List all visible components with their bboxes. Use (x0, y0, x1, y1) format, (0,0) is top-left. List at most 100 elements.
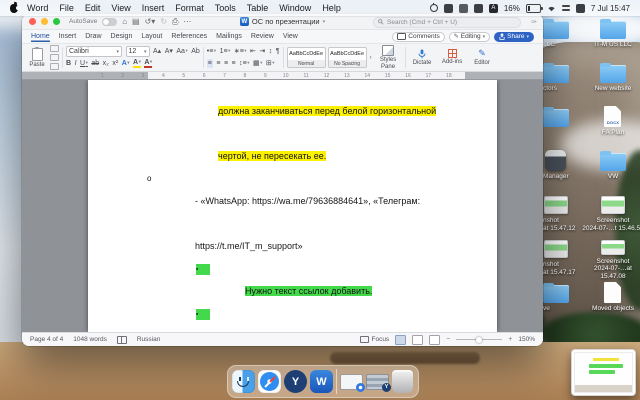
paragraph-tool-button[interactable]: •≡ (207, 48, 216, 55)
autosave-toggle[interactable] (102, 18, 117, 26)
alignment-button[interactable]: ↕≡ (239, 60, 249, 67)
document-line[interactable]: чертой, не пересекать ее. (88, 128, 497, 173)
ribbon-tab[interactable]: Review (251, 31, 274, 43)
copy-icon[interactable] (50, 54, 59, 61)
desktop-icon[interactable]: Screenshot 2024-07-…t 15.46.56 (582, 192, 640, 236)
search-input[interactable]: Search (Cmd + Ctrl + U) (373, 17, 521, 28)
menu-item[interactable]: Word (27, 3, 48, 13)
print-layout-view-button[interactable] (395, 335, 406, 345)
dock-safari[interactable] (258, 370, 281, 393)
font-tool-button[interactable]: Ab (191, 48, 200, 55)
menu-item[interactable]: Edit (85, 3, 101, 13)
document-title[interactable]: ОС по презентации (252, 17, 320, 26)
desktop-icon[interactable]: VW (582, 148, 640, 192)
menu-item[interactable]: View (111, 3, 130, 13)
ribbon-tab[interactable]: Insert (59, 31, 77, 43)
dictate-button[interactable]: Dictate (409, 45, 436, 70)
font-format-button[interactable]: A (144, 59, 152, 68)
paragraph-tool-button[interactable]: ¶ (276, 48, 280, 55)
font-tool-button[interactable]: A▾ (165, 48, 173, 55)
font-tool-button[interactable]: A▴ (153, 48, 161, 55)
menu-extra-icon[interactable] (459, 4, 468, 13)
dock-finder[interactable] (232, 370, 255, 393)
paragraph-tool-button[interactable]: 1≡ (220, 48, 231, 55)
cut-icon[interactable] (50, 45, 59, 52)
home-icon[interactable]: ⌂ (122, 18, 127, 26)
zoom-in-icon[interactable]: + (508, 336, 512, 343)
ribbon-tab[interactable]: Mailings (216, 31, 242, 43)
dock-yandex[interactable]: Y (284, 370, 307, 393)
document-line[interactable]: o - «WhatsApp: https://wa.me/79636884641… (88, 173, 497, 218)
style-card[interactable]: AaBbCcDdEe Normal (287, 47, 326, 68)
minimize-window-button[interactable] (41, 18, 48, 25)
ribbon-tab[interactable]: Layout (141, 31, 162, 43)
style-card[interactable]: AaBbCcDdEe No Spacing (328, 47, 367, 68)
zoom-window-button[interactable] (53, 18, 60, 25)
zoom-level[interactable]: 150% (518, 336, 535, 343)
font-format-button[interactable]: ab (91, 60, 99, 67)
battery-icon[interactable] (526, 4, 541, 13)
styles-gallery-expander[interactable]: › (370, 55, 372, 61)
window-corner-icon[interactable]: ✑ (531, 18, 537, 26)
ribbon-tab[interactable]: Home (31, 31, 50, 43)
menubar-clock[interactable]: 7 Jul 15:47 (591, 4, 630, 13)
dock-separator[interactable] (336, 369, 337, 394)
paste-button[interactable]: Paste (26, 48, 48, 68)
ribbon-tab[interactable]: Draw (85, 31, 101, 43)
menu-item[interactable]: Insert (142, 3, 165, 13)
horizontal-ruler[interactable]: 123456789101112131415161718 (22, 72, 543, 80)
editor-button[interactable]: ✎ Editor (469, 45, 496, 70)
font-format-button[interactable]: A (122, 60, 130, 67)
menu-item[interactable]: File (59, 3, 74, 13)
word-count[interactable]: 1048 words (73, 336, 107, 343)
zoom-slider[interactable] (456, 339, 502, 340)
font-format-button[interactable]: B (66, 60, 71, 67)
ribbon-tab[interactable]: View (283, 31, 298, 43)
font-format-button[interactable]: U (80, 60, 88, 67)
more-toolbar-icon[interactable]: ⋯ (183, 18, 191, 26)
ribbon-tab[interactable]: Design (111, 31, 133, 43)
desktop-icon[interactable]: Moved objects (582, 280, 640, 324)
format-painter-icon[interactable] (50, 63, 59, 70)
dock-word[interactable]: W (310, 370, 333, 393)
document-line[interactable]: ▪ В разделе «Свяжитесь с нами … » вертик… (88, 309, 497, 332)
alignment-button[interactable]: ≡ (224, 60, 228, 67)
editing-mode-button[interactable]: ✎Editing▾ (449, 32, 490, 42)
undo-icon[interactable]: ↺▾ (145, 18, 156, 26)
input-source-icon[interactable] (576, 4, 585, 13)
document-line[interactable]: https://t.me/IT_m_support» (88, 219, 497, 264)
menu-item[interactable]: Help (322, 3, 341, 13)
menu-item[interactable]: Tools (215, 3, 236, 13)
dock-trash[interactable] (392, 370, 413, 393)
menu-item[interactable]: Format (175, 3, 204, 13)
desktop-icon[interactable]: New website (582, 60, 640, 104)
menu-extra-icon[interactable] (474, 4, 483, 13)
desktop-icon[interactable]: Screenshot 2024-07-…at 15.47.08 (582, 236, 640, 280)
wifi-icon[interactable] (547, 5, 556, 12)
proofing-icon[interactable] (117, 336, 127, 344)
desktop-icon[interactable]: IT-M US LLC (582, 16, 640, 60)
desktop-icon[interactable]: DOCX FA Plan (582, 104, 640, 148)
screenshot-preview-thumbnail[interactable] (571, 349, 636, 396)
alignment-button[interactable]: ≡ (216, 60, 220, 67)
alignment-button[interactable]: ≡ (232, 60, 236, 67)
language-indicator[interactable]: Russian (137, 336, 160, 343)
close-window-button[interactable] (29, 18, 36, 25)
share-button[interactable]: Share▾ (494, 32, 534, 42)
font-name-select[interactable]: Calibri▾ (66, 46, 122, 57)
document-page[interactable]: должна заканчиваться перед белой горизон… (88, 80, 497, 332)
paragraph-tool-button[interactable]: ⇤ (250, 48, 256, 55)
save-icon[interactable]: ▤ (132, 18, 140, 26)
paragraph-tool-button[interactable]: ↕ (269, 48, 273, 55)
font-format-button[interactable]: x² (112, 60, 118, 67)
web-layout-view-button[interactable] (412, 335, 423, 345)
paragraph-tool-button[interactable]: ⇥ (259, 48, 265, 55)
font-size-select[interactable]: 12▾ (126, 46, 150, 57)
focus-mode-button[interactable]: Focus (360, 336, 389, 343)
zoom-out-icon[interactable]: − (446, 336, 450, 343)
document-line[interactable]: ▪ Нужно текст ссылок добавить. (88, 264, 497, 309)
alignment-button[interactable]: ≡ (207, 59, 213, 68)
menu-item[interactable]: Window (279, 3, 311, 13)
menu-extra-a-icon[interactable]: A (489, 4, 498, 13)
control-center-icon[interactable] (562, 5, 570, 12)
